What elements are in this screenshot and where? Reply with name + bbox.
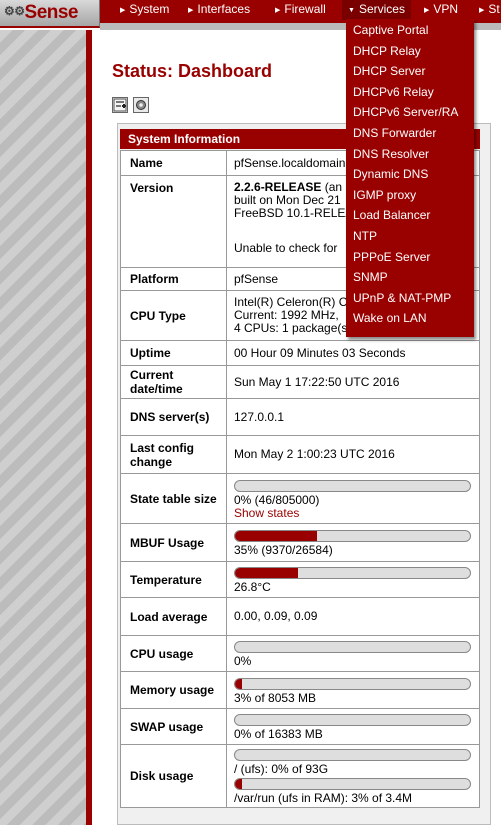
services-menu-item[interactable]: Dynamic DNS (353, 165, 428, 183)
row-label: Platform (120, 267, 227, 291)
services-menu-item[interactable]: DNS Forwarder (353, 124, 436, 142)
row-label: Uptime (120, 340, 227, 366)
state-table-progress-bar (234, 479, 471, 492)
show-states-link[interactable]: Show states (234, 506, 473, 520)
temperature-progress-bar (234, 567, 471, 579)
left-decorative-strip (0, 30, 92, 825)
services-menu-item[interactable]: UPnP & NAT-PMP (353, 289, 451, 307)
services-menu-item[interactable]: PPPoE Server (353, 248, 430, 266)
table-row: SWAP usage 0% of 16383 MB (120, 708, 480, 745)
table-row: Memory usage 3% of 8053 MB (120, 671, 480, 709)
services-menu-item[interactable]: IGMP proxy (353, 186, 416, 204)
nav-system[interactable]: ▶ System (120, 0, 169, 20)
progress-fill (235, 531, 318, 541)
mbuf-progress-bar (234, 530, 471, 542)
logo-mark-icon: ⚙⚙ (4, 4, 25, 18)
services-menu-item[interactable]: DHCP Relay (353, 42, 421, 60)
page-title: Status: Dashboard (112, 61, 273, 81)
row-value: 0% (226, 635, 480, 672)
services-dropdown-menu: Captive Portal DHCP Relay DHCP Server DHCPv… (346, 19, 474, 337)
services-menu-item[interactable]: Wake on LAN (353, 309, 427, 327)
widget-title: System Information (128, 132, 241, 146)
row-value: Mon May 2 1:00:23 UTC 2016 (226, 435, 480, 474)
row-label: Last config change (120, 435, 227, 474)
row-value: 0% (46/805000) Show states (226, 473, 480, 524)
nav-services[interactable]: ▼ Services (342, 0, 411, 20)
services-menu-item[interactable]: Load Balancer (353, 206, 430, 224)
row-label: CPU Type (120, 290, 227, 341)
row-value: / (ufs): 0% of 93G /var/run (ufs in RAM)… (226, 744, 480, 808)
row-value: 0.00, 0.09, 0.09 (226, 597, 480, 636)
row-value: Sun May 1 17:22:50 UTC 2016 (226, 365, 480, 399)
services-menu-item[interactable]: SNMP (353, 268, 388, 286)
table-row: MBUF Usage 35% (9370/26584) (120, 523, 480, 562)
table-row: Uptime 00 Hour 09 Minutes 03 Seconds (120, 340, 480, 366)
progress-fill (235, 678, 243, 689)
disk-root-progress-bar (234, 749, 471, 761)
swap-progress-bar (234, 714, 471, 726)
row-label: Load average (120, 597, 227, 636)
nav-status[interactable]: ▶ St (479, 0, 500, 20)
progress-fill (235, 568, 298, 578)
row-label: Memory usage (120, 671, 227, 709)
row-label: State table size (120, 473, 227, 524)
table-row: DNS server(s) 127.0.0.1 (120, 398, 480, 436)
table-row: State table size 0% (46/805000) Show sta… (120, 473, 480, 524)
row-label: Version (120, 175, 227, 268)
row-value: 00 Hour 09 Minutes 03 Seconds (226, 340, 480, 366)
pfsense-logo[interactable]: ⚙⚙Sense (0, 0, 100, 28)
row-value: 0% of 16383 MB (226, 708, 480, 745)
row-label: Current date/time (120, 365, 227, 399)
row-value: 35% (9370/26584) (226, 523, 480, 562)
row-label: SWAP usage (120, 708, 227, 745)
row-label: CPU usage (120, 635, 227, 672)
row-label: DNS server(s) (120, 398, 227, 436)
table-row: Temperature 26.8°C (120, 561, 480, 598)
table-row: Disk usage / (ufs): 0% of 93G /var/run (… (120, 744, 480, 808)
progress-fill (235, 779, 243, 789)
row-label: Name (120, 150, 227, 176)
services-menu-item[interactable]: DNS Resolver (353, 145, 429, 163)
row-label: Temperature (120, 561, 227, 598)
settings-gear-icon[interactable] (133, 97, 149, 113)
disk-varrun-progress-bar (234, 778, 471, 790)
row-value: 3% of 8053 MB (226, 671, 480, 709)
services-menu-item[interactable]: DHCPv6 Relay (353, 83, 434, 101)
row-label: Disk usage (120, 744, 227, 808)
table-row: Load average 0.00, 0.09, 0.09 (120, 597, 480, 636)
nav-interfaces[interactable]: ▶ Interfaces (188, 0, 250, 20)
row-value: 127.0.0.1 (226, 398, 480, 436)
cpu-usage-progress-bar (234, 641, 471, 653)
table-row: Current date/time Sun May 1 17:22:50 UTC… (120, 365, 480, 399)
services-menu-item[interactable]: Captive Portal (353, 21, 428, 39)
add-widget-icon[interactable] (112, 97, 128, 113)
nav-firewall[interactable]: ▶ Firewall (275, 0, 326, 20)
table-row: CPU usage 0% (120, 635, 480, 672)
table-row: Last config change Mon May 2 1:00:23 UTC… (120, 435, 480, 474)
row-value: 26.8°C (226, 561, 480, 598)
memory-progress-bar (234, 677, 471, 690)
services-menu-item[interactable]: DHCP Server (353, 62, 425, 80)
row-label: MBUF Usage (120, 523, 227, 562)
services-menu-item[interactable]: NTP (353, 227, 377, 245)
services-menu-item[interactable]: DHCPv6 Server/RA (353, 103, 458, 121)
nav-vpn[interactable]: ▶ VPN (424, 0, 458, 20)
